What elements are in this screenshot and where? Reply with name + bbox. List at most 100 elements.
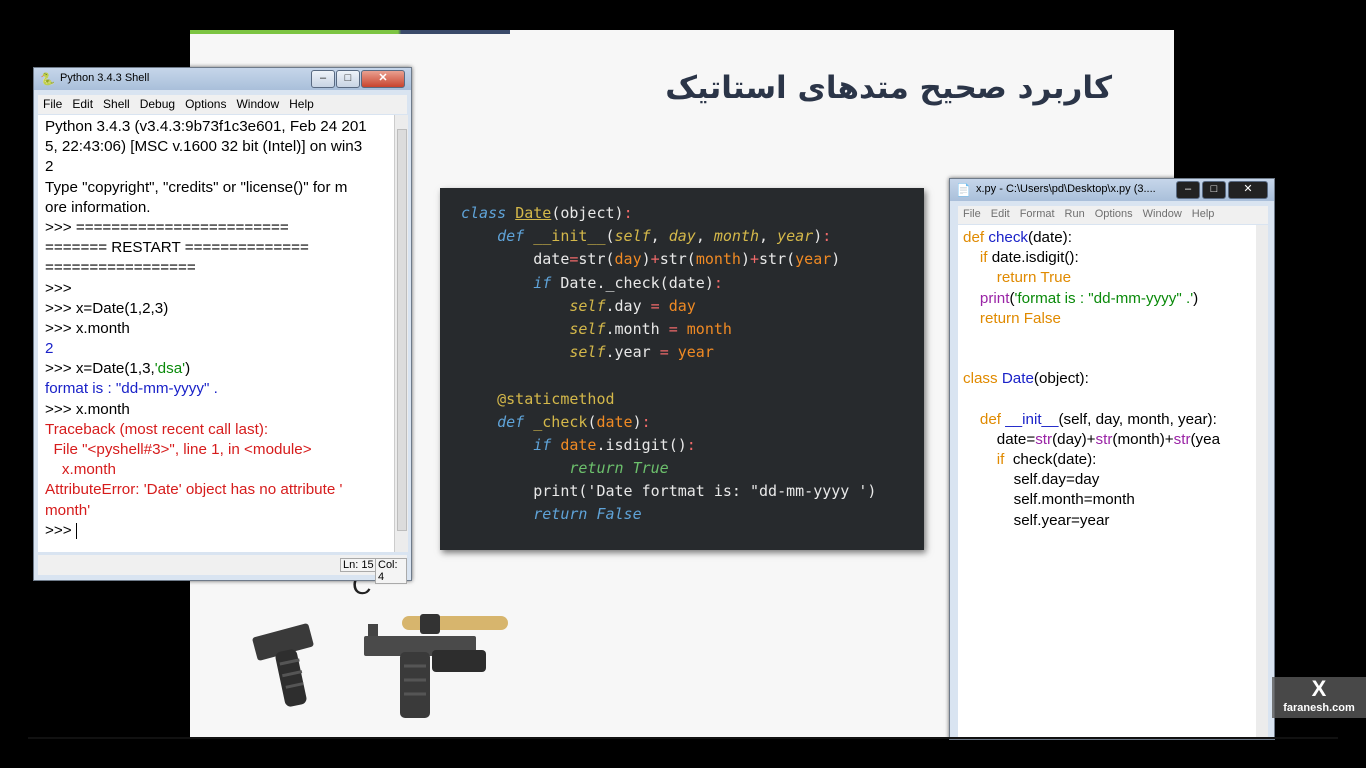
status-line: Ln: 15 xyxy=(340,558,377,572)
shell-output[interactable]: Python 3.4.3 (v3.4.3:9b73f1c3e601, Feb 2… xyxy=(38,115,394,552)
editor-scrollbar[interactable] xyxy=(1256,225,1268,739)
editor-code[interactable]: def check(date): if date.isdigit(): retu… xyxy=(958,225,1256,739)
code-line-token: if xyxy=(533,273,561,292)
code-line-token: _check xyxy=(533,412,588,431)
code-line-token: self xyxy=(614,227,651,246)
shell-line-token: >>> xyxy=(45,279,76,297)
code-line-token: day xyxy=(614,250,642,269)
code-line-token: ) xyxy=(641,250,651,269)
editor-line-token: Date xyxy=(1001,370,1034,388)
editor-menu-run[interactable]: Run xyxy=(1060,206,1090,220)
code-line-token: = xyxy=(668,319,678,338)
shell-line: AttributeError: 'Date' object has no att… xyxy=(45,480,394,500)
editor-line-token xyxy=(963,290,980,307)
shell-menu-window[interactable]: Window xyxy=(231,95,284,111)
editor-title: x.py - C:\Users\pd\Desktop\x.py (3.... xyxy=(976,183,1156,195)
editor-menu-format[interactable]: Format xyxy=(1015,206,1060,220)
code-line: print('Date fortmat is: "dd-mm-yyyy ') xyxy=(440,480,924,503)
editor-minimize-button[interactable]: – xyxy=(1176,181,1200,199)
grip-image xyxy=(252,623,314,707)
editor-line-token: date= xyxy=(963,430,1036,448)
close-button[interactable]: ✕ xyxy=(361,70,405,88)
editor-line-token xyxy=(963,451,997,468)
shell-menu-edit[interactable]: Edit xyxy=(67,95,98,111)
code-line-token: .month xyxy=(605,319,669,338)
code-line-token: year xyxy=(777,227,814,246)
faranesh-site: faranesh.com xyxy=(1283,702,1355,714)
code-line-token: str( xyxy=(578,250,615,269)
code-line-token: , xyxy=(695,227,714,246)
editor-maximize-button[interactable]: □ xyxy=(1202,181,1226,199)
shell-statusbar: Ln: 15 Col: 4 xyxy=(38,555,407,584)
editor-menu-options[interactable]: Options xyxy=(1090,206,1138,220)
editor-menu-window[interactable]: Window xyxy=(1138,206,1187,220)
editor-menu-edit[interactable]: Edit xyxy=(986,206,1015,220)
editor-line-token: (date): xyxy=(1028,229,1072,246)
shell-line: >>> x=Date(1,2,3) xyxy=(45,299,394,319)
shell-line-token: AttributeError: 'Date' object has no att… xyxy=(45,481,343,499)
editor-line: def __init__(self, day, month, year): xyxy=(963,410,1256,430)
editor-close-button[interactable]: ✕ xyxy=(1228,181,1268,199)
code-line: return False xyxy=(440,503,924,526)
editor-titlebar[interactable]: 📄 x.py - C:\Users\pd\Desktop\x.py (3....… xyxy=(950,179,1274,201)
shell-scrollbar[interactable] xyxy=(394,115,408,552)
code-line: date=str(day)+str(month)+str(year) xyxy=(440,248,924,271)
code-line-token xyxy=(461,274,533,292)
editor-line: self.day=day xyxy=(963,470,1256,490)
code-line: def __init__(self, day, month, year): xyxy=(440,225,924,248)
shell-menu-debug[interactable]: Debug xyxy=(135,95,180,111)
shell-line-token: 'dsa' xyxy=(154,360,186,378)
editor-line-token: check(date): xyxy=(1008,451,1097,469)
editor-menu-help[interactable]: Help xyxy=(1187,206,1220,220)
editor-menu-file[interactable]: File xyxy=(958,206,986,220)
shell-line: 2 xyxy=(45,339,394,359)
video-bottom-line xyxy=(28,737,1338,739)
code-line-token: ) xyxy=(632,412,642,431)
shell-line: >>> ======================== xyxy=(45,218,394,238)
code-line-token xyxy=(461,390,497,408)
code-line-token: self xyxy=(569,319,606,338)
code-line-token: date xyxy=(596,412,633,431)
code-line-token: @staticmethod xyxy=(497,389,615,408)
editor-line-token: self.day=day xyxy=(963,471,1100,489)
editor-line-token: str xyxy=(1035,430,1053,448)
code-line-token: ) xyxy=(831,250,841,269)
maximize-button[interactable]: □ xyxy=(336,70,360,88)
faranesh-logo: X xyxy=(1311,676,1327,701)
code-line-token: = xyxy=(659,343,669,362)
code-line-token: class xyxy=(461,204,516,222)
shell-menubar: File Edit Shell Debug Options Window Help xyxy=(38,95,407,114)
editor-line-token: (month)+ xyxy=(1112,430,1174,448)
editor-line: return False xyxy=(963,309,1256,329)
shell-titlebar[interactable]: 🐍 Python 3.4.3 Shell – □ ✕ xyxy=(34,68,411,90)
shell-line: 2 xyxy=(45,157,394,177)
code-line-token: month xyxy=(677,319,732,338)
shell-line: ore information. xyxy=(45,198,394,218)
status-col: Col: 4 xyxy=(375,558,407,584)
minimize-button[interactable]: – xyxy=(311,70,335,88)
shell-line-token: 5, 22:43:06) [MSC v.1600 32 bit (Intel)]… xyxy=(45,138,363,156)
shell-menu-file[interactable]: File xyxy=(38,95,67,111)
code-line-token: + xyxy=(650,250,660,269)
editor-line-token: return True xyxy=(996,269,1072,287)
shell-line-token: x.month xyxy=(45,461,116,479)
editor-line-token: class xyxy=(963,370,1002,388)
shell-menu-options[interactable]: Options xyxy=(180,95,231,111)
shell-line: ================= xyxy=(45,258,394,278)
code-line-token: .day xyxy=(605,296,651,315)
code-line: @staticmethod xyxy=(440,388,924,411)
code-line-token: year xyxy=(795,250,832,269)
scroll-thumb[interactable] xyxy=(397,129,407,531)
shell-line-token: 2 xyxy=(45,340,54,358)
editor-line: date=str(day)+str(month)+str(yea xyxy=(963,430,1256,450)
shell-menu-shell[interactable]: Shell xyxy=(98,95,135,111)
shell-title: Python 3.4.3 Shell xyxy=(60,72,150,84)
code-line-token: ( xyxy=(605,227,615,246)
shell-menu-help[interactable]: Help xyxy=(284,95,319,111)
code-line-token: return True xyxy=(569,459,669,478)
shell-line-token: ================= xyxy=(45,259,196,277)
code-line-token: return False xyxy=(533,505,642,524)
shell-line-token: ======= RESTART ============== xyxy=(45,239,309,257)
